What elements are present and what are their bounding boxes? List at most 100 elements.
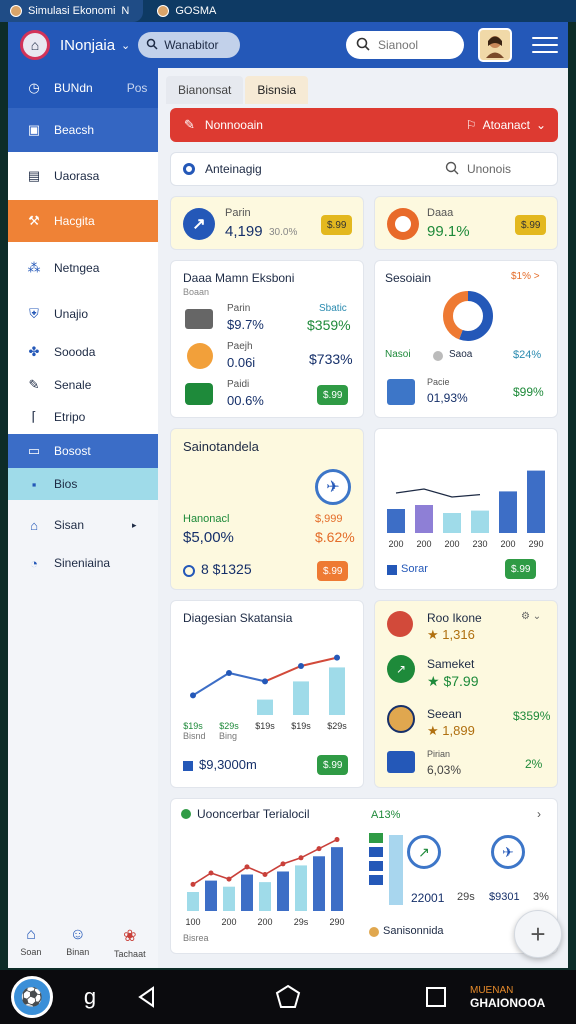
item-value: 01,93% <box>427 391 468 405</box>
trend-card: Uooncerbar Terialocil A13% › 100 200 200 29… <box>170 798 558 954</box>
kpi-label: Daaa <box>427 207 454 219</box>
list-item-value: ★ 1,899 <box>427 723 475 738</box>
chevron-down-icon[interactable]: ⌄ <box>536 118 546 132</box>
sidebar-item-sineniaina[interactable]: ◔ Sineniaina <box>8 546 158 580</box>
data-point <box>244 864 250 870</box>
row-value: 00.6% <box>227 393 264 408</box>
bar <box>415 505 433 533</box>
monitor-icon: ▣ <box>27 122 41 137</box>
kpi-value: 99.1% <box>427 223 470 240</box>
row-badge[interactable]: $.99 <box>317 385 349 405</box>
sidebar-item-soooda[interactable]: ✤ Soooda <box>8 334 158 370</box>
x-tick-label: 200 <box>416 539 431 549</box>
sidebar-item-bios[interactable]: ▪ Bios <box>8 468 158 500</box>
home-icon[interactable] <box>266 970 310 1024</box>
bar <box>313 856 325 911</box>
search-icon <box>356 37 370 54</box>
card-corner-link[interactable]: $1% > <box>511 271 540 282</box>
browser-tab-gosma[interactable]: GOSMA <box>143 0 230 22</box>
filter-search[interactable]: Unonois <box>467 162 511 176</box>
bottom-nav-tachaat[interactable]: ❀ Tachaat <box>114 926 146 959</box>
app-logo-icon[interactable]: ⌂ <box>20 30 50 60</box>
bottom-nav-label: Tachaat <box>114 949 146 959</box>
x-tick-label: 200 <box>257 917 272 927</box>
coin-icon <box>369 927 379 937</box>
search-icon[interactable] <box>445 161 459 178</box>
sidebar-top-item[interactable]: ◷ BUNdn Pos <box>8 68 158 108</box>
shield-icon: ⛨ <box>29 306 39 321</box>
sidebar-item-hacgita[interactable]: ⚒ Hacgita <box>8 200 158 242</box>
data-point <box>226 670 232 676</box>
brand-watermark: MUENAN GHAIONOOA <box>470 970 570 1024</box>
chevron-right-icon[interactable]: ▸ <box>132 520 137 531</box>
tab-close-icon[interactable]: N <box>121 5 129 17</box>
bar <box>499 491 517 533</box>
row-label: Parin <box>227 303 251 314</box>
sidebar-item-netngea[interactable]: ⁂ Netngea <box>8 242 158 294</box>
bottom-nav-soan[interactable]: ⌂ Soan <box>20 926 41 957</box>
list-item-value: ★ $7.99 <box>427 673 479 689</box>
settings-chevron-icon[interactable]: ⚙ ⌄ <box>521 611 541 622</box>
browser-tab-simulasi[interactable]: Simulasi Ekonomi N <box>0 0 144 22</box>
sidebar-item-etripo[interactable]: ⌈ Etripo <box>8 400 158 434</box>
chip-icon: ▪ <box>31 476 37 492</box>
data-point <box>334 837 340 843</box>
alert-bar: ✎ Nonnooain ⚐ Atoanact ⌄ <box>170 108 558 142</box>
network-icon: ⁂ <box>27 260 41 275</box>
back-icon[interactable] <box>124 970 168 1024</box>
trend-value: 22001 <box>411 891 445 905</box>
alert-action[interactable]: Atoanact <box>483 118 530 132</box>
cart-icon <box>185 383 213 405</box>
menu-icon[interactable] <box>532 32 558 58</box>
diagram-card: Diagesian Skatansia $19s $29s $19s $19s $29s… <box>170 600 364 788</box>
trend-bar-line-chart: 100 200 200 29s 290 <box>185 837 345 927</box>
bottom-nav-binan[interactable]: ☺ Binan <box>66 926 89 957</box>
coins-icon <box>185 309 213 329</box>
sidebar-item-senale[interactable]: ✎ Senale <box>8 370 158 400</box>
app-header: ⌂ INonjaia ⌄ Wanabitor <box>8 22 568 68</box>
sidebar-item-beacsh[interactable]: ▣ Beacsh <box>8 108 158 152</box>
sidebar-item-bosost[interactable]: ▭ Bosost <box>8 434 158 468</box>
clock-icon: ◷ <box>28 80 40 95</box>
chevron-down-icon[interactable]: ⌄ <box>121 39 130 52</box>
bar-badge[interactable]: $.99 <box>505 559 537 579</box>
user-avatar[interactable] <box>478 28 512 62</box>
trend-up-icon: ↗ <box>407 835 441 869</box>
x-tick-label: $19s <box>183 721 203 731</box>
app-launcher-icon[interactable]: ⚽ <box>8 970 56 1024</box>
bar-chart: 200 200 200 230 200 290 <box>387 470 545 549</box>
tab-bianonsat[interactable]: Bianonsat <box>166 76 244 104</box>
data-point <box>316 846 322 852</box>
sidebar-item-label: Sisan <box>54 518 85 532</box>
add-button[interactable]: + <box>514 910 562 958</box>
sidebar-item-label: Unajio <box>54 307 89 321</box>
people-icon: ☺ <box>69 926 86 943</box>
radio-icon[interactable] <box>183 163 195 175</box>
sidebar-item-uaorasa[interactable]: ▤ Uaorasa <box>8 152 158 200</box>
kpi-card-parin[interactable]: ↗ Parin 4,199 30.0% $.99 <box>170 196 364 250</box>
bar <box>257 699 273 715</box>
card-subtitle: Boaan <box>183 287 210 297</box>
tab-bisnsia[interactable]: Bisnsia <box>245 76 309 104</box>
bar <box>387 509 405 533</box>
legend-dot-icon <box>433 351 443 361</box>
kpi-card-daaa[interactable]: Daaa 99.1% $.99 <box>374 196 558 250</box>
filter-bar: Anteinagig Unonois <box>170 152 558 186</box>
bar <box>259 882 271 911</box>
row-right-label: Sbatic <box>319 303 347 314</box>
diagram-badge[interactable]: $.99 <box>317 755 349 775</box>
sidebar-item-unajio[interactable]: ⛨ Unajio <box>8 294 158 334</box>
sim-badge[interactable]: $.99 <box>317 561 349 581</box>
search-input[interactable] <box>378 38 448 52</box>
kpi-badge: $.99 <box>515 215 547 235</box>
assistant-icon[interactable]: ɡ <box>70 970 110 1024</box>
search-box[interactable] <box>346 31 464 59</box>
recents-icon[interactable] <box>414 970 458 1024</box>
book-icon: ▭ <box>27 443 41 458</box>
breadcrumb-pill[interactable]: Wanabitor <box>138 32 241 58</box>
brand-line: GHAIONOOA <box>470 996 546 1010</box>
sidebar-item-sisan[interactable]: ⌂ Sisan ▸ <box>8 508 158 542</box>
chevron-right-icon[interactable]: › <box>537 807 541 821</box>
tools-icon: ⚒ <box>28 213 40 228</box>
puzzle-icon: ✤ <box>28 344 40 359</box>
